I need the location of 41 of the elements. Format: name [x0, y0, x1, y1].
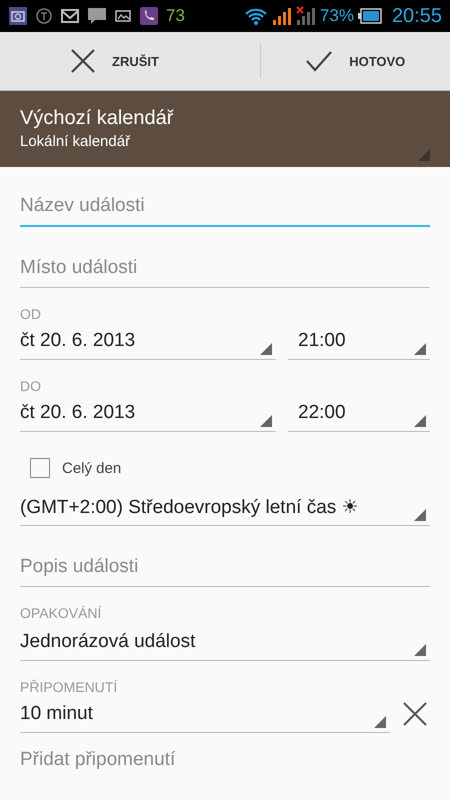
- field-label: PŘIPOMENUTÍ: [20, 679, 118, 695]
- checkbox-label: Celý den: [62, 460, 122, 476]
- time-spinner[interactable]: 21:00: [288, 322, 430, 360]
- dropdown[interactable]: (GMT+2:00) Středoevropský letní čas ☀: [20, 488, 430, 526]
- dropdown-corner-icon: [418, 149, 430, 161]
- no-signal-icon: [296, 6, 316, 26]
- battery-percent: 73%: [320, 6, 354, 26]
- check-icon: [305, 50, 334, 72]
- done-button[interactable]: HOTOVO: [260, 32, 450, 90]
- dropdown-corner-icon: [414, 415, 426, 427]
- field-label: DO: [20, 378, 42, 394]
- dropdown-corner-icon: [414, 343, 426, 355]
- field-label: OD: [20, 306, 42, 322]
- counter-text: 73: [166, 6, 185, 26]
- cancel-button[interactable]: ZRUŠIT: [0, 32, 260, 90]
- wifi-icon: [244, 6, 268, 26]
- camera-icon: [8, 6, 28, 26]
- close-icon: [70, 48, 96, 74]
- clock-time: 20:55: [392, 4, 442, 28]
- close-icon: [403, 702, 427, 726]
- calendar-account: Lokální kalendář: [20, 133, 130, 150]
- dropdown-corner-icon: [414, 644, 426, 656]
- dropdown-corner-icon: [414, 509, 426, 521]
- dropdown-corner-icon: [260, 415, 272, 427]
- chat-icon: [87, 6, 107, 26]
- signal-icon: [272, 6, 292, 26]
- calendar-title: Výchozí kalendář: [20, 107, 174, 130]
- time-spinner[interactable]: 22:00: [288, 394, 430, 432]
- reminder-dropdown[interactable]: 10 minut: [20, 695, 390, 733]
- phone-icon: [139, 6, 159, 26]
- date-spinner[interactable]: čt 20. 6. 2013: [20, 394, 276, 432]
- calendar-selector[interactable]: Výchozí kalendář Lokální kalendář: [0, 91, 450, 167]
- mail-icon: [60, 8, 80, 24]
- date-spinner[interactable]: čt 20. 6. 2013: [20, 322, 276, 360]
- image-icon: [114, 8, 132, 24]
- dropdown-corner-icon: [260, 343, 272, 355]
- field-label: OPAKOVÁNÍ: [20, 605, 102, 621]
- battery-icon: [358, 7, 382, 25]
- dropdown-corner-icon: [374, 716, 386, 728]
- checkbox[interactable]: [30, 458, 50, 478]
- dropdown[interactable]: Jednorázová událost: [20, 623, 430, 661]
